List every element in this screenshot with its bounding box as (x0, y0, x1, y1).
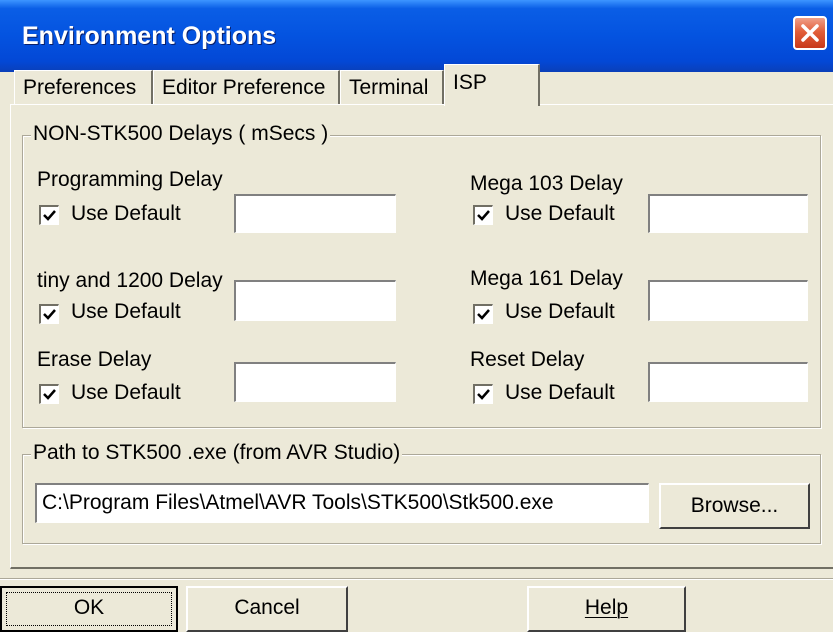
reset-delay-label: Reset Delay (470, 348, 585, 371)
mega-161-use-default-checkbox[interactable] (473, 304, 493, 324)
mega-161-delay-input[interactable] (648, 280, 808, 321)
help-button-label: Help (584, 596, 629, 619)
tiny-1200-delay-input[interactable] (234, 280, 396, 321)
tab-label: ISP (453, 71, 487, 94)
programming-delay-label: Programming Delay (37, 168, 223, 191)
tab-label: Preferences (23, 76, 137, 99)
close-icon (801, 24, 819, 42)
checkbox-label: Use Default (505, 381, 615, 404)
tab-preferences[interactable]: Preferences (14, 70, 153, 104)
mega-103-delay-input[interactable] (648, 194, 808, 233)
erase-delay-use-default-checkbox[interactable] (39, 384, 59, 404)
checkmark-icon (43, 210, 56, 221)
checkbox-label: Use Default (71, 381, 181, 404)
erase-delay-input[interactable] (234, 362, 396, 402)
checkmark-icon (477, 210, 490, 221)
delays-group-title: NON-STK500 Delays ( mSecs ) (31, 122, 331, 146)
tab-editor-preference[interactable]: Editor Preference (153, 70, 340, 104)
tab-label: Editor Preference (162, 76, 326, 99)
environment-options-dialog: Environment Options Preferences Editor P… (0, 0, 833, 632)
reset-delay-input[interactable] (648, 362, 808, 402)
tiny-1200-use-default-checkbox[interactable] (39, 304, 59, 324)
browse-button[interactable]: Browse... (659, 483, 810, 529)
programming-delay-use-default-checkbox[interactable] (39, 205, 59, 225)
tab-terminal[interactable]: Terminal (340, 70, 444, 104)
tab-label: Terminal (349, 76, 429, 99)
reset-delay-use-default-checkbox[interactable] (473, 384, 493, 404)
stk500-path-input[interactable]: C:\Program Files\Atmel\AVR Tools\STK500\… (35, 483, 649, 523)
checkmark-icon (43, 389, 56, 400)
checkmark-icon (43, 309, 56, 320)
tiny-1200-delay-label: tiny and 1200 Delay (37, 269, 223, 292)
checkbox-label: Use Default (505, 300, 615, 323)
tab-isp[interactable]: ISP (444, 64, 540, 106)
mega-103-delay-label: Mega 103 Delay (470, 172, 623, 195)
programming-delay-input[interactable] (234, 194, 396, 233)
close-button[interactable] (793, 16, 827, 50)
focus-ring (6, 592, 172, 626)
cancel-button[interactable]: Cancel (186, 586, 348, 632)
checkbox-label: Use Default (71, 202, 181, 225)
ok-button[interactable]: OK (0, 586, 178, 632)
title-bar[interactable]: Environment Options (0, 0, 833, 72)
window-title: Environment Options (22, 22, 277, 50)
checkmark-icon (477, 389, 490, 400)
mega-103-use-default-checkbox[interactable] (473, 205, 493, 225)
help-button[interactable]: Help (527, 586, 686, 632)
path-group-title: Path to STK500 .exe (from AVR Studio) (31, 441, 403, 465)
checkbox-label: Use Default (505, 202, 615, 225)
cancel-button-label: Cancel (234, 596, 300, 619)
separator (0, 578, 833, 580)
mega-161-delay-label: Mega 161 Delay (470, 267, 623, 290)
checkbox-label: Use Default (71, 300, 181, 323)
browse-button-label: Browse... (690, 494, 779, 517)
erase-delay-label: Erase Delay (37, 348, 152, 371)
checkmark-icon (477, 309, 490, 320)
